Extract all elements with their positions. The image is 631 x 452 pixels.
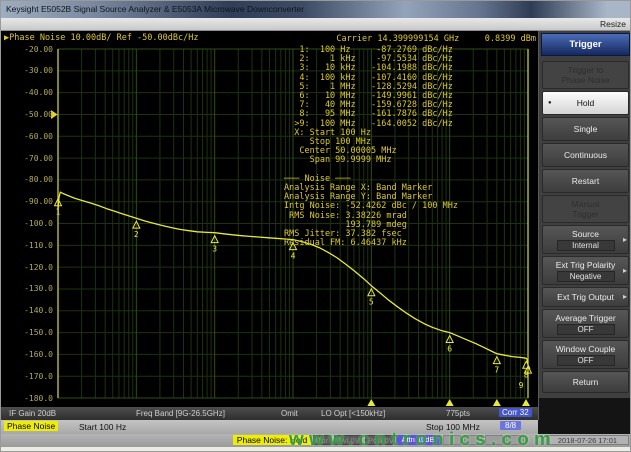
status1-omit: Omit <box>281 409 298 418</box>
softkey-label: Source <box>543 229 628 239</box>
marker-number-label: 8 <box>524 370 529 379</box>
marker-number-label: 9 <box>519 381 524 390</box>
status1-corr-32: Corr 32 <box>499 408 532 417</box>
softkey-label: Continuous <box>543 150 628 160</box>
softkey-restart[interactable]: Restart <box>542 169 629 193</box>
y-tick-label: -60.00 <box>9 132 53 141</box>
submenu-arrow-icon: ▸ <box>623 235 627 244</box>
y-tick-label: -160.0 <box>9 350 53 359</box>
softkey-label-line2: Trigger <box>543 209 628 219</box>
softkey-label: Average Trigger <box>543 313 628 323</box>
softkey-value: Negative <box>557 271 615 282</box>
status1-lo-opt-150khz: LO Opt [<150kHz] <box>321 409 385 418</box>
marker-number-label: 5 <box>369 298 374 307</box>
y-tick-label: -70.00 <box>9 154 53 163</box>
softkey-value: Internal <box>557 240 615 251</box>
y-tick-label: -180.0 <box>9 394 53 403</box>
carrier-readout: Carrier 14.399999154 GHz 0.8399 dBm <box>251 34 536 44</box>
application-window: Keysight E5052B Signal Source Analyzer &… <box>0 0 631 452</box>
softkey-panel: Trigger Trigger toPhase Noise●HoldSingle… <box>538 31 631 434</box>
marker-number-label: 4 <box>291 252 296 261</box>
y-tick-label: -140.0 <box>9 306 53 315</box>
softkey-trigger-to: Trigger toPhase Noise <box>542 61 629 89</box>
y-tick-label: -40.00 <box>9 88 53 97</box>
status3-2018-07-26-17-01: 2018-07-26 17:01 <box>546 435 629 445</box>
y-tick-label: -130.0 <box>9 284 53 293</box>
marker-number-label: 7 <box>494 366 499 375</box>
y-tick-label: -150.0 <box>9 328 53 337</box>
trace-scale-header: ▶Phase Noise 10.00dB/ Ref -50.00dBc/Hz <box>4 33 198 43</box>
y-tick-label: -110.0 <box>9 241 53 250</box>
softkey-buttons: Trigger toPhase Noise●HoldSingleContinuo… <box>539 60 631 394</box>
status1-freq-band-9g-26-5ghz: Freq Band [9G-26.5GHz] <box>136 409 225 418</box>
softkey-continuous[interactable]: Continuous <box>542 143 629 167</box>
watermark-text: www.cntronics.com <box>289 429 556 450</box>
softkey-label: Return <box>543 377 628 387</box>
softkey-menu-title: Trigger <box>541 33 630 56</box>
bottom-band-tick-icon <box>493 399 501 406</box>
bottom-band-tick-icon <box>522 399 530 406</box>
y-tick-label: -30.00 <box>9 66 53 75</box>
y-tick-label: -100.0 <box>9 219 53 228</box>
softkey-return[interactable]: Return <box>542 371 629 393</box>
y-tick-label: -20.00 <box>9 45 53 54</box>
marker-and-noise-readout: 1: 100 Hz -87.2769 dBc/Hz 2: 1 kHz -97.5… <box>284 46 458 248</box>
marker-number-label: 2 <box>134 230 139 239</box>
softkey-source[interactable]: SourceInternal ▸ <box>542 225 629 254</box>
softkey-label: Trigger to <box>543 65 628 75</box>
submenu-arrow-icon: ▸ <box>623 292 627 301</box>
marker-number-label: 1 <box>56 208 61 217</box>
softkey-ext-trig-polarity[interactable]: Ext Trig PolarityNegative ▸ <box>542 256 629 285</box>
marker-number-label: 6 <box>447 345 452 354</box>
softkey-label: Single <box>543 124 628 134</box>
status1-775pts: 775pts <box>446 409 470 418</box>
bottom-band-tick-icon <box>446 399 454 406</box>
softkey-label: Ext Trig Polarity <box>543 260 628 270</box>
bottom-band-tick-icon <box>367 399 375 406</box>
y-tick-label: -50.00 <box>9 110 53 119</box>
y-tick-label: -80.00 <box>9 175 53 184</box>
selected-bullet-icon: ● <box>548 100 552 106</box>
softkey-label: Hold <box>543 98 628 108</box>
softkey-label: Manual <box>543 199 628 209</box>
status1-if-gain-20db: IF Gain 20dB <box>9 409 56 418</box>
softkey-average-trigger[interactable]: Average TriggerOFF <box>542 309 629 338</box>
y-tick-label: -170.0 <box>9 372 53 381</box>
channel-badge: Phase Noise <box>4 421 58 431</box>
softkey-value: OFF <box>557 355 615 366</box>
softkey-label: Ext Trig Output <box>543 292 628 302</box>
softkey-window-couple[interactable]: Window CoupleOFF <box>542 340 629 369</box>
sweep-start-label: Start 100 Hz <box>79 422 126 432</box>
softkey-value: OFF <box>557 324 615 335</box>
softkey-hold[interactable]: ●Hold <box>542 91 629 115</box>
softkey-label: Window Couple <box>543 344 628 354</box>
submenu-arrow-icon: ▸ <box>623 266 627 275</box>
softkey-label-line2: Phase Noise <box>543 75 628 85</box>
y-tick-label: -120.0 <box>9 263 53 272</box>
softkey-single[interactable]: Single <box>542 117 629 141</box>
softkey-manual: ManualTrigger <box>542 195 629 223</box>
marker-number-label: 3 <box>212 245 217 254</box>
status-bar-measurement: IF Gain 20dB Freq Band [9G-26.5GHz] Omit LO… <box>1 407 538 420</box>
softkey-ext-trig-output[interactable]: Ext Trig Output▸ <box>542 287 629 307</box>
softkey-label: Restart <box>543 176 628 186</box>
y-tick-label: -90.00 <box>9 197 53 206</box>
